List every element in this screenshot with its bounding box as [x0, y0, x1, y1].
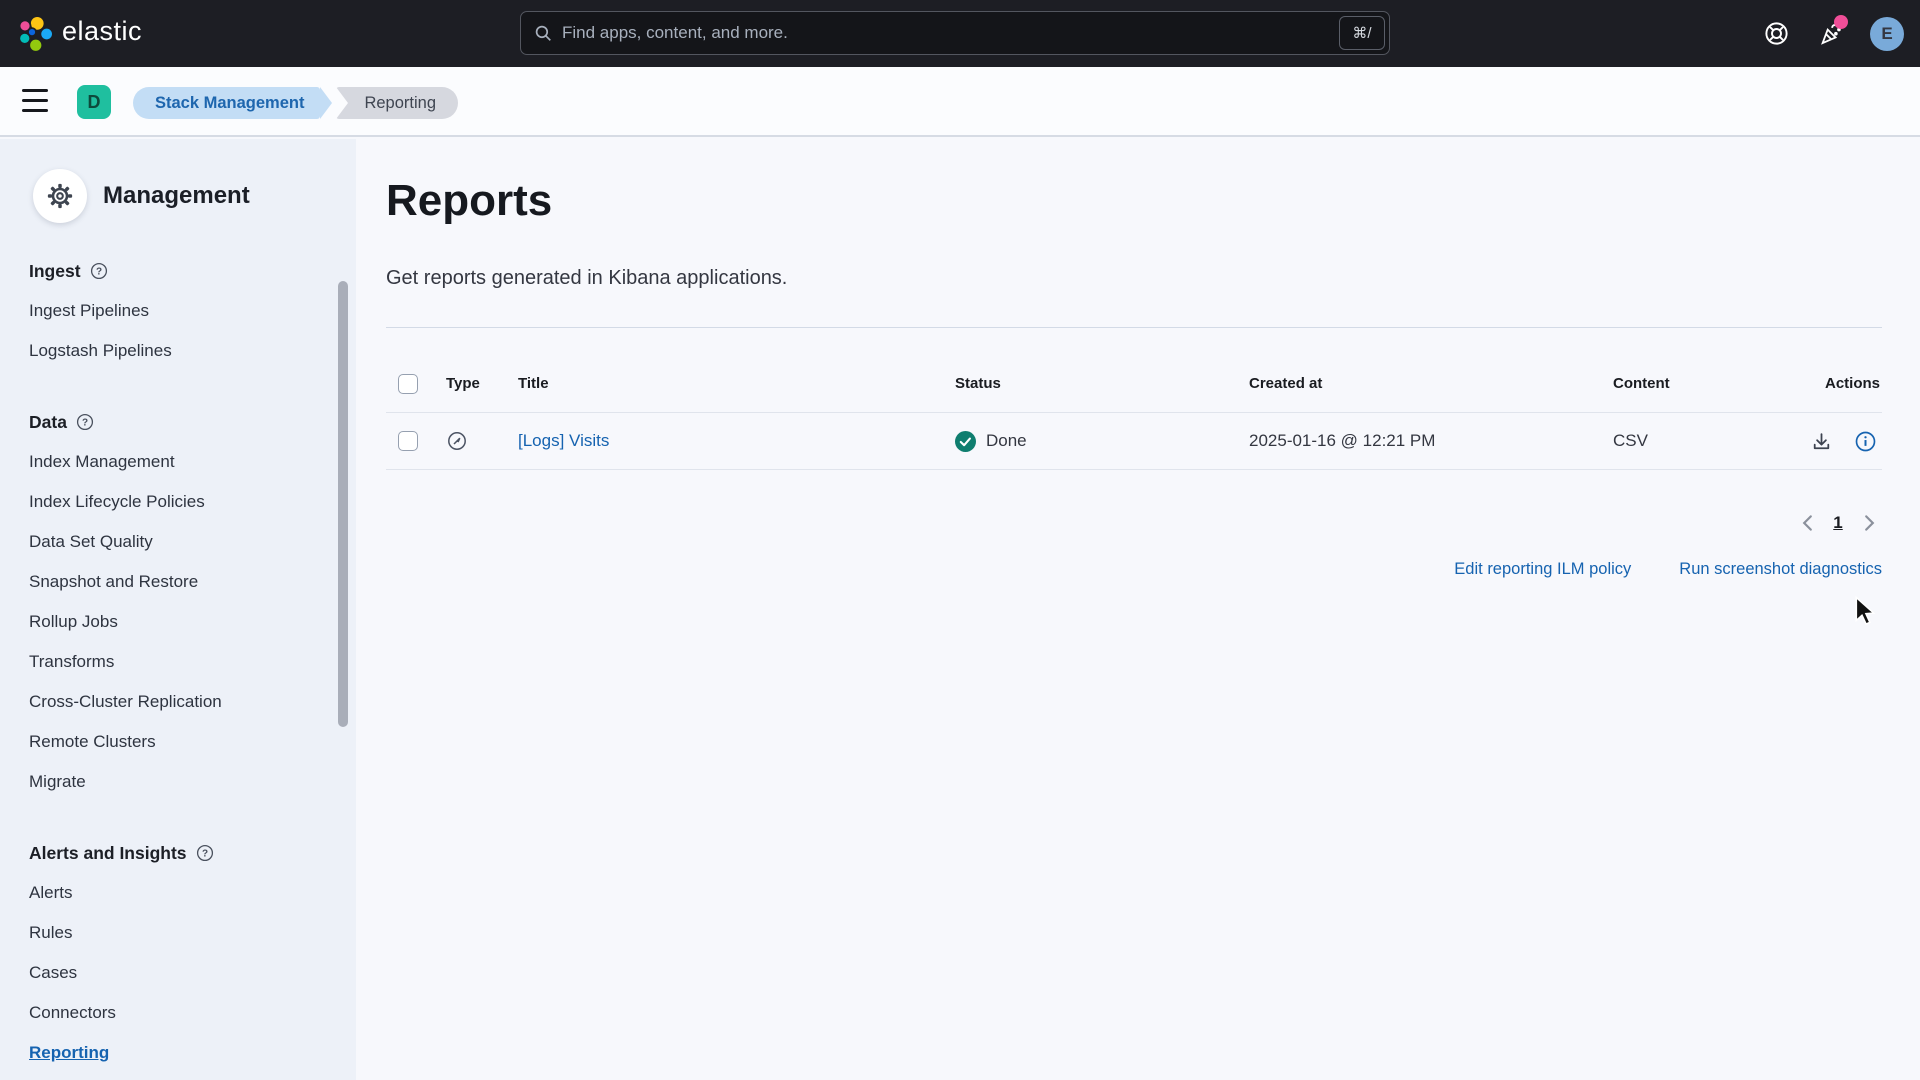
discover-app-icon: [446, 430, 468, 452]
pagination: 1: [1792, 508, 1884, 538]
sidebar-item-ingest-pipelines[interactable]: Ingest Pipelines: [29, 291, 316, 331]
column-header-title: Title: [518, 355, 549, 412]
page-title: Reports: [386, 176, 552, 226]
user-avatar[interactable]: E: [1870, 17, 1904, 51]
sidebar-item-rollup-jobs[interactable]: Rollup Jobs: [29, 602, 316, 642]
elastic-logo[interactable]: [16, 14, 56, 54]
sidebar-item-index-management[interactable]: Index Management: [29, 442, 316, 482]
table-row: [Logs] Visits Done 2025-01-16 @ 12:21 PM…: [386, 413, 1882, 470]
svg-text:?: ?: [201, 849, 207, 860]
content-type-value: CSV: [1613, 413, 1648, 469]
breadcrumb-bar: D Stack Management Reporting: [0, 67, 1920, 137]
sidebar-item-index-lifecycle-policies[interactable]: Index Lifecycle Policies: [29, 482, 316, 522]
brand-wordmark: elastic: [62, 16, 142, 47]
breadcrumb: Stack Management Reporting: [133, 87, 458, 119]
breadcrumb-stack-management[interactable]: Stack Management: [133, 87, 320, 119]
next-page-button[interactable]: [1854, 508, 1884, 538]
sidebar-item-alerts[interactable]: Alerts: [29, 873, 316, 913]
created-at-value: 2025-01-16 @ 12:21 PM: [1249, 413, 1435, 469]
previous-page-button[interactable]: [1792, 508, 1822, 538]
content-divider: [386, 327, 1882, 328]
search-shortcut-badge: ⌘/: [1339, 16, 1385, 50]
edit-ilm-policy-link[interactable]: Edit reporting ILM policy: [1454, 560, 1631, 579]
page-subtitle: Get reports generated in Kibana applicat…: [386, 267, 787, 290]
reports-table: Type Title Status Created at Content Act…: [386, 355, 1882, 470]
row-checkbox[interactable]: [398, 431, 418, 451]
search-icon: [535, 25, 552, 42]
help-button[interactable]: [1762, 20, 1790, 48]
mouse-cursor: [1852, 596, 1878, 626]
global-search-input[interactable]: Find apps, content, and more. ⌘/: [520, 11, 1390, 55]
column-header-content: Content: [1613, 355, 1670, 412]
sidebar-section-heading: Ingest?: [29, 251, 316, 291]
help-icon: ?: [196, 844, 214, 862]
chevron-right-icon: [1864, 514, 1875, 532]
select-all-checkbox[interactable]: [398, 374, 418, 394]
top-navigation-bar: elastic Find apps, content, and more. ⌘/: [0, 0, 1920, 67]
newsfeed-button[interactable]: [1816, 20, 1844, 48]
column-header-type: Type: [446, 355, 480, 412]
column-header-created-at: Created at: [1249, 355, 1322, 412]
lifebuoy-icon: [1763, 20, 1790, 47]
status-label: Done: [986, 431, 1027, 451]
sidebar-item-logstash-pipelines[interactable]: Logstash Pipelines: [29, 331, 316, 371]
sidebar-item-snapshot-and-restore[interactable]: Snapshot and Restore: [29, 562, 316, 602]
sidebar-section-heading: Data?: [29, 402, 316, 442]
page-number-1[interactable]: 1: [1825, 508, 1851, 538]
sidebar-item-migrate[interactable]: Migrate: [29, 762, 316, 802]
info-icon: [1854, 430, 1877, 453]
sidebar-item-reporting[interactable]: Reporting: [29, 1033, 316, 1073]
sidebar-scrollbar[interactable]: [338, 281, 348, 727]
reporting-footer-links: Edit reporting ILM policy Run screenshot…: [1454, 560, 1882, 579]
management-logo-circle: [33, 169, 87, 223]
svg-text:?: ?: [82, 418, 88, 429]
sidebar-item-cross-cluster-replication[interactable]: Cross-Cluster Replication: [29, 682, 316, 722]
gear-icon: [46, 182, 74, 210]
sidebar-item-transforms[interactable]: Transforms: [29, 642, 316, 682]
svg-text:?: ?: [95, 267, 101, 278]
sidebar-nav: Ingest?Ingest PipelinesLogstash Pipeline…: [29, 251, 316, 1073]
sidebar-title: Management: [103, 182, 250, 210]
report-info-button[interactable]: [1850, 426, 1880, 456]
chevron-left-icon: [1802, 514, 1813, 532]
help-icon: ?: [90, 262, 108, 280]
run-screenshot-diagnostics-link[interactable]: Run screenshot diagnostics: [1679, 560, 1882, 579]
menu-toggle-button[interactable]: [22, 89, 48, 112]
sidebar-item-rules[interactable]: Rules: [29, 913, 316, 953]
download-icon: [1810, 430, 1833, 453]
management-sidebar: Management Ingest?Ingest PipelinesLogsta…: [0, 139, 356, 1080]
status-done-icon: [955, 431, 976, 452]
report-title-link[interactable]: [Logs] Visits: [518, 431, 609, 451]
sidebar-item-cases[interactable]: Cases: [29, 953, 316, 993]
help-icon: ?: [76, 413, 94, 431]
notification-dot: [1834, 15, 1848, 29]
download-report-button[interactable]: [1806, 426, 1836, 456]
breadcrumb-reporting: Reporting: [336, 87, 458, 119]
table-header-row: Type Title Status Created at Content Act…: [386, 355, 1882, 413]
sidebar-item-remote-clusters[interactable]: Remote Clusters: [29, 722, 316, 762]
sidebar-item-data-set-quality[interactable]: Data Set Quality: [29, 522, 316, 562]
column-header-actions: Actions: [1825, 355, 1880, 412]
space-avatar[interactable]: D: [77, 85, 111, 119]
sidebar-section-heading: Alerts and Insights?: [29, 833, 316, 873]
search-placeholder: Find apps, content, and more.: [562, 23, 788, 43]
sidebar-item-connectors[interactable]: Connectors: [29, 993, 316, 1033]
column-header-status: Status: [955, 355, 1001, 412]
